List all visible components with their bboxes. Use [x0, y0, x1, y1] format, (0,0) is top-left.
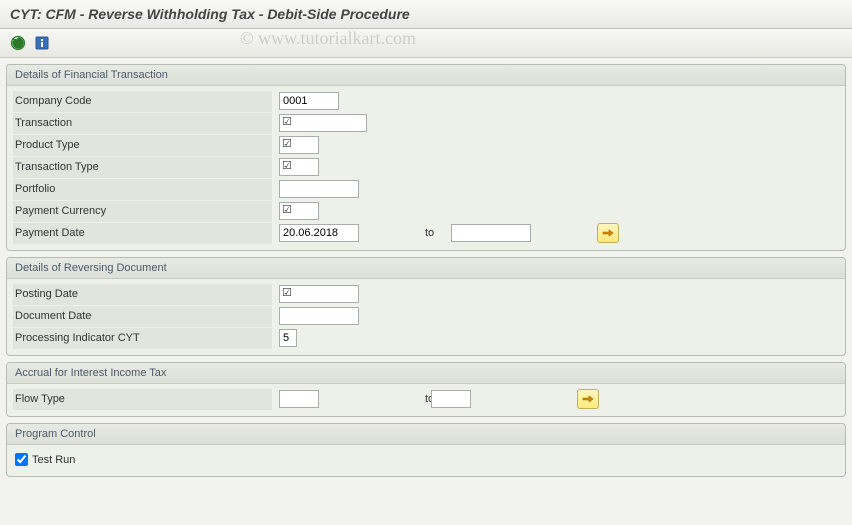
- product-type-label: Product Type: [13, 135, 273, 156]
- document-date-label: Document Date: [13, 306, 273, 327]
- flow-type-label: Flow Type: [13, 389, 273, 410]
- payment-date-to-label: to: [365, 227, 445, 239]
- payment-date-to-input[interactable]: [451, 224, 531, 242]
- processing-indicator-label: Processing Indicator CYT: [13, 328, 273, 349]
- group-header-accrual: Accrual for Interest Income Tax: [7, 363, 845, 384]
- toolbar: [0, 29, 852, 58]
- company-code-label: Company Code: [13, 91, 273, 112]
- execute-button[interactable]: [8, 33, 28, 53]
- group-header-financial: Details of Financial Transaction: [7, 65, 845, 86]
- flow-type-to-label: to: [325, 393, 425, 405]
- multi-selection-icon: [602, 228, 614, 238]
- multi-selection-icon: [582, 394, 594, 404]
- content-area: Details of Financial Transaction Company…: [0, 58, 852, 489]
- payment-currency-input[interactable]: [279, 202, 319, 220]
- info-button[interactable]: [32, 33, 52, 53]
- transaction-input[interactable]: [279, 114, 367, 132]
- info-icon: [34, 35, 50, 51]
- processing-indicator-input[interactable]: [279, 329, 297, 347]
- portfolio-input[interactable]: [279, 180, 359, 198]
- transaction-label: Transaction: [13, 113, 273, 134]
- group-accrual: Accrual for Interest Income Tax Flow Typ…: [6, 362, 846, 417]
- test-run-label[interactable]: Test Run: [32, 454, 75, 466]
- execute-icon: [10, 35, 26, 51]
- posting-date-label: Posting Date: [13, 284, 273, 305]
- payment-date-label: Payment Date: [13, 223, 273, 244]
- test-run-checkbox[interactable]: [15, 453, 28, 466]
- group-financial-transaction: Details of Financial Transaction Company…: [6, 64, 846, 251]
- payment-currency-label: Payment Currency: [13, 201, 273, 222]
- group-program-control: Program Control Test Run: [6, 423, 846, 477]
- document-date-input[interactable]: [279, 307, 359, 325]
- company-code-input[interactable]: [279, 92, 339, 110]
- flow-type-multi-button[interactable]: [577, 389, 599, 409]
- group-header-program-control: Program Control: [7, 424, 845, 445]
- portfolio-label: Portfolio: [13, 179, 273, 200]
- transaction-type-input[interactable]: [279, 158, 319, 176]
- payment-date-from-input[interactable]: [279, 224, 359, 242]
- window-title: CYT: CFM - Reverse Withholding Tax - Deb…: [0, 0, 852, 29]
- payment-date-multi-button[interactable]: [597, 223, 619, 243]
- posting-date-input[interactable]: [279, 285, 359, 303]
- transaction-type-label: Transaction Type: [13, 157, 273, 178]
- flow-type-to-input[interactable]: [431, 390, 471, 408]
- group-header-reversing: Details of Reversing Document: [7, 258, 845, 279]
- group-reversing-document: Details of Reversing Document Posting Da…: [6, 257, 846, 356]
- flow-type-from-input[interactable]: [279, 390, 319, 408]
- product-type-input[interactable]: [279, 136, 319, 154]
